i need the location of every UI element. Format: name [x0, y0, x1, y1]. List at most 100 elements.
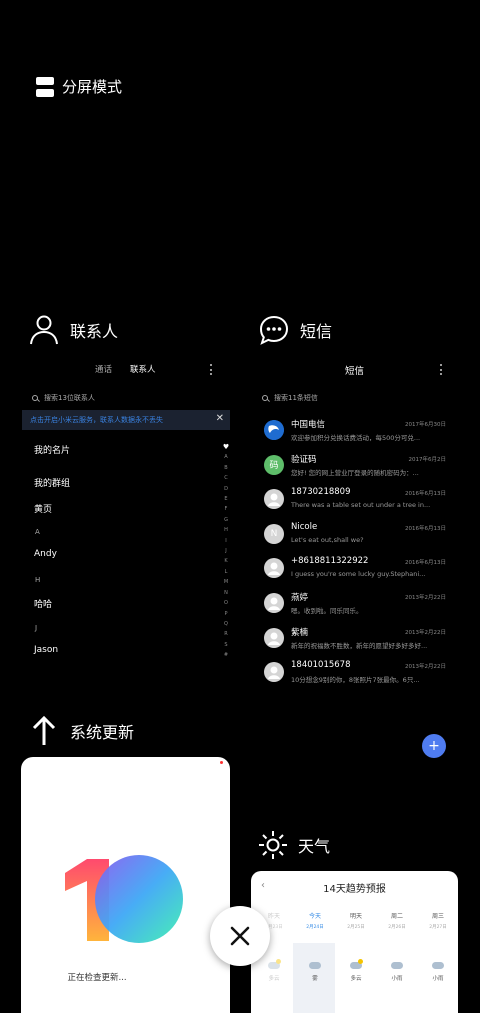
section-letter: H [35, 576, 41, 584]
condition-label: 小雨 [391, 976, 403, 982]
update-app-header[interactable]: 系统更新 [32, 716, 134, 746]
contact-avatar [264, 489, 284, 510]
sms-conversation-row[interactable]: 燕婷 2013年2月22日 嗯。收到啦。同乐同乐。 [264, 591, 454, 621]
index-letter[interactable]: G [224, 515, 228, 525]
sms-app-header[interactable]: 短信 [258, 314, 332, 346]
index-letter[interactable]: K [224, 556, 227, 566]
search-icon [32, 395, 38, 401]
index-letter[interactable]: P [224, 609, 227, 619]
index-letter[interactable]: Q [224, 619, 228, 629]
sender-name: 中国电信 [291, 420, 326, 430]
close-icon[interactable]: ✕ [216, 413, 224, 424]
forecast-day[interactable]: 周二 2月26日 小雨 [377, 911, 417, 982]
contacts-app-header[interactable]: 联系人 [28, 314, 118, 346]
message-preview: 您好! 您的网上营业厅登录的随机密码为：... [291, 468, 419, 477]
split-screen-button[interactable]: 分屏模式 [36, 76, 122, 97]
sms-search-input[interactable]: 搜索11条短信 [262, 393, 318, 403]
index-letter[interactable]: ♥ [223, 442, 229, 452]
person-icon [30, 315, 58, 345]
contacts-search-input[interactable]: 搜索13位联系人 [32, 393, 95, 403]
list-item-my-card[interactable]: 我的名片 [34, 443, 70, 456]
index-letter[interactable]: I [225, 536, 226, 546]
cloud-sync-banner-text: 点击开启小米云服务，联系人数据永不丢失 [30, 416, 163, 424]
sender-name: Nicole [291, 521, 318, 532]
more-menu-icon[interactable] [440, 364, 443, 375]
index-letter[interactable]: M [224, 577, 228, 587]
index-letter[interactable]: B [224, 463, 227, 473]
contact-avatar: N [264, 523, 284, 544]
close-icon [230, 926, 250, 946]
message-date: 2017年6月2日 [408, 456, 447, 463]
sender-name: 18401015678 [291, 660, 351, 671]
clear-all-button[interactable] [210, 906, 270, 966]
index-letter[interactable]: D [224, 484, 228, 494]
day-label: 周三 [431, 913, 444, 920]
message-date: 2017年6月30日 [405, 422, 446, 428]
split-screen-icon [36, 76, 54, 97]
partly-cloudy-icon [350, 959, 363, 969]
arrow-up-icon [32, 716, 56, 745]
index-letter[interactable]: O [224, 598, 228, 608]
message-preview: 欢迎参加积分兑换话费活动，每500分可兑... [291, 434, 421, 442]
tab-calls[interactable]: 通话 [95, 363, 112, 375]
cloud-sync-banner[interactable]: 点击开启小米云服务，联系人数据永不丢失 ✕ [22, 410, 230, 430]
partly-cloudy-icon [268, 959, 281, 969]
message-date: 2013年2月22日 [405, 595, 446, 601]
message-date: 2013年2月22日 [405, 629, 446, 636]
date-label: 2月27日 [429, 925, 447, 930]
list-item-my-groups[interactable]: 我的群组 [34, 476, 70, 489]
cloud-icon [309, 962, 321, 969]
more-menu-icon[interactable] [210, 364, 213, 375]
index-letter[interactable]: R [224, 629, 227, 639]
index-letter[interactable]: # [224, 650, 228, 660]
cloud-icon [391, 962, 403, 969]
sms-conversation-row[interactable]: 紫楠 2013年2月22日 新年的祝福数不胜数，新年的愿望好多好多好... [264, 626, 454, 656]
compose-message-button[interactable]: + [422, 734, 446, 758]
weather-app-card[interactable]: ‹ 14天趋势预报 昨天 2月23日 多云 今天 2月24日雾明天 2月25日 多云 周二 2月… [251, 871, 458, 1013]
sms-conversation-row[interactable]: 18401015678 2013年2月22日 10分想念9别的你，8张照片7张最你。… [264, 660, 454, 690]
list-item-contact[interactable]: Andy [34, 549, 57, 559]
forecast-title: 14天趋势预报 [323, 884, 386, 895]
update-app-card[interactable]: 正在检查更新... [21, 757, 230, 1013]
update-app-title: 系统更新 [70, 723, 135, 742]
sms-search-placeholder: 搜索11条短信 [274, 394, 318, 402]
message-date: 2013年2月22日 [405, 664, 446, 671]
index-letter[interactable]: F [225, 504, 228, 514]
message-preview: 嗯。收到啦。同乐同乐。 [291, 607, 363, 615]
message-date: 2016年6月13日 [405, 491, 446, 498]
alphabet-index-bar[interactable]: ♥ A B C D E F G H I J K L M N O P Q R S # [222, 442, 230, 661]
sms-conversation-row[interactable]: 码验证码 2017年6月2日您好! 您的网上营业厅登录的随机密码为：... [264, 453, 454, 483]
index-letter[interactable]: S [224, 640, 227, 650]
sms-conversation-row[interactable]: N Nicole 2016年6月13日 Let's eat out,shall we? [264, 522, 454, 552]
list-item-yellow-pages[interactable]: 黄页 [34, 502, 52, 515]
search-icon [262, 395, 268, 401]
message-preview: Let's eat out,shall we? [291, 535, 364, 544]
sender-name: 验证码 [291, 454, 317, 465]
index-letter[interactable]: A [224, 452, 227, 462]
index-letter[interactable]: J [225, 546, 226, 556]
sms-conversation-row[interactable]: 中国电信 2017年6月30日欢迎参加积分兑换话费活动，每500分可兑... [264, 418, 454, 448]
message-preview: There was a table set out under a tree i… [291, 501, 431, 510]
index-letter[interactable]: L [225, 567, 228, 577]
list-item-contact[interactable]: 哈哈 [34, 597, 52, 610]
weather-app-header[interactable]: 天气 [258, 830, 330, 860]
contacts-app-card[interactable]: 通话 联系人 搜索13位联系人 点击开启小米云服务，联系人数据永不丢失 ✕ 我的… [22, 352, 230, 672]
forecast-day[interactable]: 周三 2月27日 小雨 [418, 911, 458, 982]
index-letter[interactable]: C [224, 473, 228, 483]
index-letter[interactable]: E [224, 494, 227, 504]
sms-conversation-row[interactable]: +8618811322922 2016年6月13日 I guess you're s… [264, 556, 454, 586]
index-letter[interactable]: H [224, 525, 228, 535]
forecast-day[interactable]: 明天 2月25日 多云 [336, 911, 376, 982]
sender-name: +8618811322922 [291, 556, 369, 567]
split-screen-label: 分屏模式 [62, 78, 123, 96]
contact-avatar: 码 [264, 454, 284, 475]
contact-avatar [264, 420, 284, 440]
index-letter[interactable]: N [224, 588, 228, 598]
list-item-contact[interactable]: Jason [34, 645, 58, 655]
day-label: 明天 [349, 913, 362, 920]
sms-app-card[interactable]: 短信 搜索11条短信 中国电信 2017年6月30日 欢迎参加积分兑换话费活动，每5… [252, 352, 460, 762]
sms-conversation-row[interactable]: 18730218809 2016年6月13日 There was a table s… [264, 487, 454, 517]
sender-name: 18730218809 [291, 487, 351, 498]
tab-contacts[interactable]: 联系人 [130, 363, 156, 375]
forecast-day[interactable]: 今天 2月24日雾 [295, 911, 335, 982]
